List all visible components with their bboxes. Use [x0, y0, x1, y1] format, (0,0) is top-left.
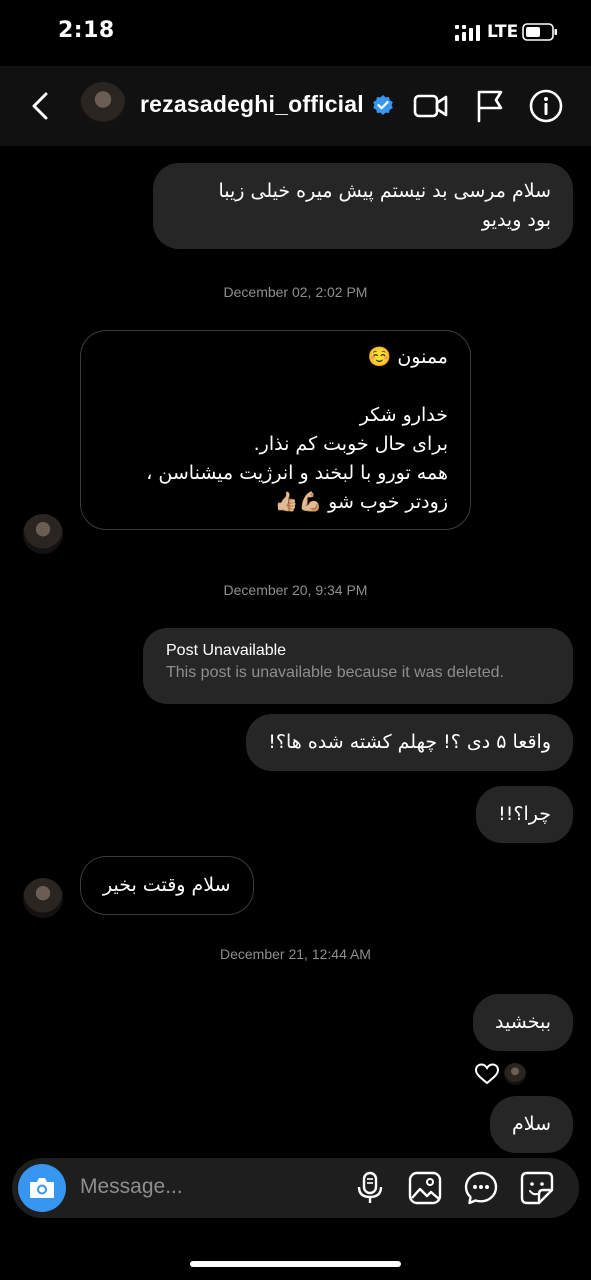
message-bubble-incoming[interactable]: ممنون ☺️ خدارو شکر برای حال خوبت کم نذار… — [80, 330, 471, 530]
message-bubble-outgoing[interactable]: سلام — [489, 1096, 573, 1153]
message-bubble-outgoing[interactable]: واقعا ۵ دی ؟! چهلم کشته شده ها؟! — [246, 714, 573, 771]
timestamp: December 21, 12:44 AM — [220, 946, 371, 962]
message-bubble-outgoing[interactable]: چرا؟!! — [476, 786, 573, 843]
status-time: 2:18 — [58, 18, 115, 43]
chat-options-icon[interactable] — [464, 1171, 498, 1205]
flag-icon[interactable] — [472, 88, 508, 124]
verified-icon — [373, 95, 393, 115]
message-input[interactable]: Message... — [80, 1175, 183, 1199]
gallery-icon[interactable] — [408, 1171, 442, 1205]
status-bar: 2:18 LTE — [0, 0, 591, 66]
message-composer: Message... — [12, 1158, 579, 1218]
camera-icon — [30, 1178, 54, 1198]
back-icon[interactable] — [26, 88, 56, 124]
profile-username[interactable]: rezasadeghi_official — [140, 91, 364, 118]
chat-header: rezasadeghi_official — [0, 66, 591, 146]
video-call-icon[interactable] — [413, 88, 449, 124]
profile-avatar[interactable] — [80, 82, 126, 128]
post-unavailable-card[interactable]: Post Unavailable This post is unavailabl… — [143, 628, 573, 704]
timestamp: December 20, 9:34 PM — [223, 582, 368, 598]
message-bubble-incoming[interactable]: سلام وقتت بخیر — [80, 856, 254, 915]
post-unavailable-subtitle: This post is unavailable because it was … — [166, 664, 504, 681]
post-unavailable-title: Post Unavailable — [166, 642, 287, 659]
sticker-icon[interactable] — [520, 1171, 554, 1205]
sender-avatar[interactable] — [23, 514, 63, 554]
heart-icon — [474, 1063, 500, 1085]
sender-avatar[interactable] — [23, 878, 63, 918]
message-bubble-outgoing[interactable]: سلام مرسی بد نیستم پیش میره خیلی زیبا بو… — [153, 163, 573, 249]
network-type: LTE — [487, 22, 519, 42]
message-bubble-outgoing[interactable]: ببخشید — [473, 994, 573, 1051]
message-thread[interactable]: سلام مرسی بد نیستم پیش میره خیلی زیبا بو… — [0, 146, 591, 1156]
info-icon[interactable] — [528, 88, 564, 124]
battery-icon — [522, 23, 557, 41]
home-indicator[interactable] — [190, 1261, 401, 1267]
signal-icon — [455, 25, 480, 41]
timestamp: December 02, 2:02 PM — [223, 284, 368, 300]
message-reactions[interactable] — [474, 1060, 534, 1088]
camera-button[interactable] — [18, 1164, 66, 1212]
microphone-icon[interactable] — [353, 1171, 387, 1205]
reactor-avatar — [502, 1061, 528, 1087]
